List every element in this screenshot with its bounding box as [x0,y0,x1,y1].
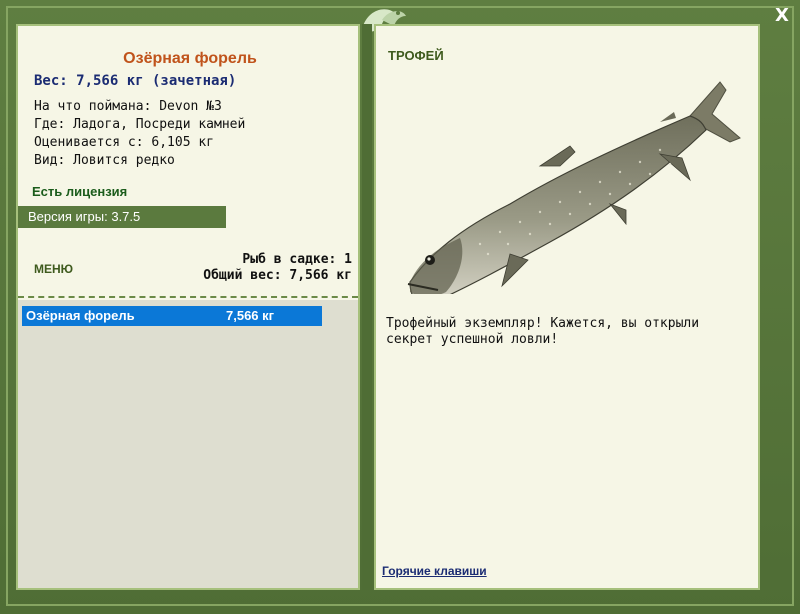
catch-item-name: Озёрная форель [26,308,135,323]
lake-trout-illustration [407,81,741,294]
trophy-panel: ТРОФЕЙ Трофейный экземпляр! Кажется, вы … [374,24,760,590]
license-status: Есть лицензия [32,184,128,199]
list-separator [18,296,358,298]
catch-item-weight: 7,566 кг [226,308,275,323]
close-icon[interactable]: X [772,6,792,26]
rarity-line: Вид: Ловится редко [34,153,175,168]
game-version: Версия игры: 3.7.5 [18,206,226,228]
fish-weight: Вес: 7,566 кг (зачетная) [34,73,237,89]
hotkeys-link[interactable]: Горячие клавиши [382,564,487,578]
trophy-description: Трофейный экземпляр! Кажется, вы открыли… [386,316,700,347]
menu-link[interactable]: МЕНЮ [34,262,73,276]
fish-count: Рыб в садке: 1 [242,252,352,267]
panel-divider [362,24,372,590]
catch-list [18,300,358,588]
fish-name-title: Озёрная форель [123,50,257,67]
fish-details: На что поймана: Devon №3 Где: Ладога, По… [34,98,245,170]
fish-info-panel: Озёрная форель Вес: 7,566 кг (зачетная) … [16,24,360,590]
bait-line: На что поймана: Devon №3 [34,99,222,114]
valuation-line: Оценивается с: 6,105 кг [34,135,215,150]
total-weight: Общий вес: 7,566 кг [203,268,352,283]
location-line: Где: Ладога, Посреди камней [34,117,246,132]
catch-stats: Рыб в садке: 1 Общий вес: 7,566 кг [203,252,352,284]
catch-list-item[interactable]: Озёрная форель 7,566 кг [22,306,322,326]
